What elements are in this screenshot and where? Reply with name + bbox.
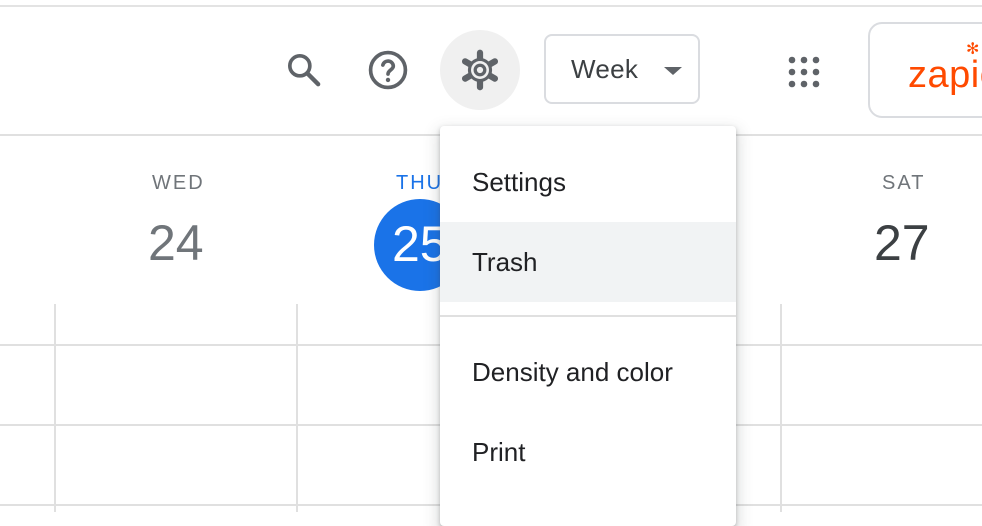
grid-column-divider <box>780 304 782 512</box>
view-select[interactable]: Week <box>544 34 700 104</box>
search-button[interactable] <box>278 44 330 96</box>
settings-menu: Settings Trash Density and color Print <box>440 126 736 526</box>
day-name-sat: SAT <box>882 172 926 194</box>
gear-icon <box>461 49 499 91</box>
menu-item-settings[interactable]: Settings <box>440 142 736 222</box>
day-name-wed: WED <box>152 172 205 194</box>
apps-button[interactable] <box>776 44 832 100</box>
view-select-value: Week <box>571 53 639 84</box>
day-number-wed[interactable]: 24 <box>148 214 204 272</box>
menu-item-print[interactable]: Print <box>440 412 736 492</box>
caret-down-icon <box>664 67 682 75</box>
top-divider <box>0 5 982 7</box>
menu-item-trash[interactable]: Trash <box>440 222 736 302</box>
menu-separator <box>440 315 736 317</box>
menu-item-label: Print <box>472 436 526 467</box>
settings-button[interactable] <box>440 30 520 110</box>
zapier-addon-button[interactable]: ✻ zapier <box>868 22 982 118</box>
menu-item-label: Trash <box>472 246 538 277</box>
day-name-thu: THU <box>396 172 444 194</box>
menu-item-label: Settings <box>472 166 566 197</box>
menu-item-density-and-color[interactable]: Density and color <box>440 332 736 412</box>
grid-column-divider <box>296 304 298 512</box>
apps-grid-icon <box>788 56 820 88</box>
zapier-logo: zapier <box>908 54 982 96</box>
help-button[interactable] <box>362 44 414 96</box>
help-icon <box>368 50 408 90</box>
search-icon <box>288 53 321 87</box>
menu-item-label: Density and color <box>472 356 673 387</box>
day-number-sat[interactable]: 27 <box>874 214 930 272</box>
grid-column-divider <box>54 304 56 512</box>
